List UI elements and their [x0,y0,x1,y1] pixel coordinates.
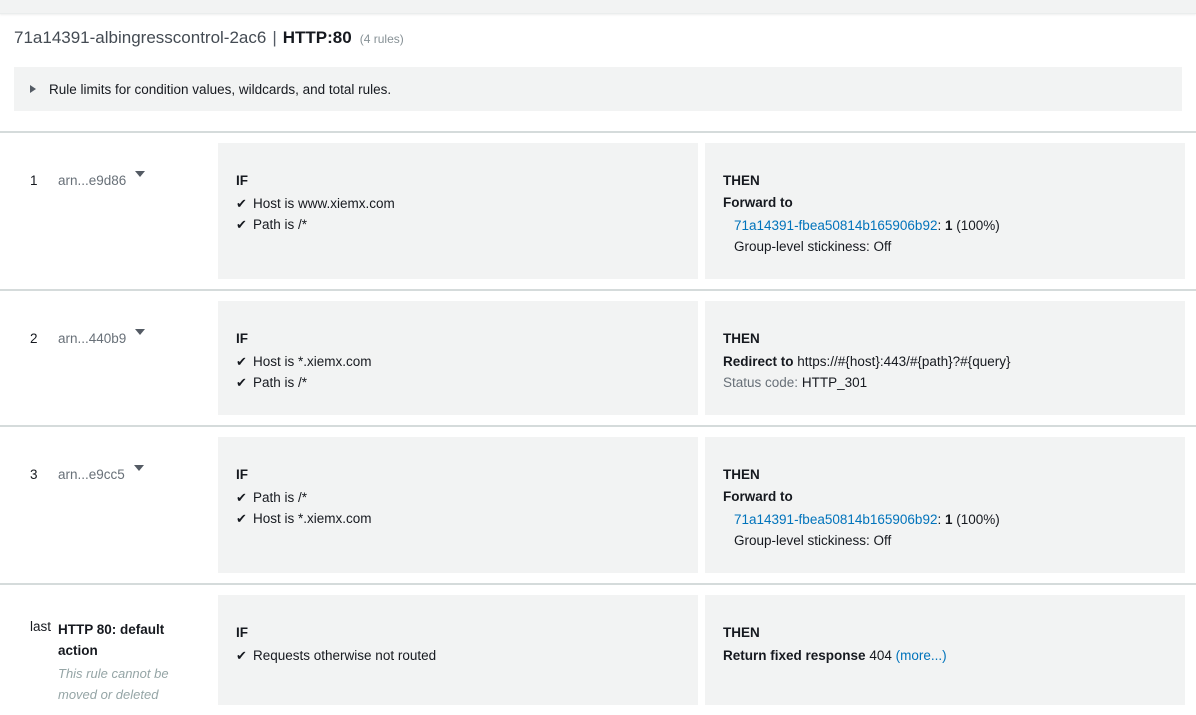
rule-if-panel: IF ✔ Path is /* ✔ Host is *.xiemx.com [218,437,698,573]
check-icon: ✔ [236,648,247,663]
page-title: 71a14391-albingresscontrol-2ac6 | HTTP:8… [14,28,1184,56]
rule-if-panel: IF ✔ Host is www.xiemx.com ✔ Path is /* [218,143,698,279]
if-heading: IF [236,331,248,346]
condition-text: Host is *.xiemx.com [253,511,372,526]
action-label: Forward to [723,195,793,210]
rule-then-panel: THEN Forward to 71a14391-fbea50814b16590… [705,437,1185,573]
condition-text: Path is /* [253,375,308,390]
default-action-info: HTTP 80: default action This rule cannot… [58,619,178,705]
default-action-note: This rule cannot be moved or deleted [58,666,169,702]
rule-count-label: (4 rules) [359,32,404,46]
check-icon: ✔ [236,511,247,526]
chevron-down-icon[interactable] [135,329,146,335]
fixed-response-action: Return fixed response 404 (more...) [723,645,1167,666]
rule-number: 1 [30,173,38,188]
target-weight: 1 [945,512,953,527]
action-label: Redirect to [723,354,794,369]
list-item: ✔ Requests otherwise not routed [236,645,680,666]
browser-chrome-strip [0,0,1196,14]
condition-text: Requests otherwise not routed [253,648,437,663]
condition-text: Path is /* [253,217,308,232]
condition-text: Path is /* [253,490,308,505]
stickiness-label: Group-level stickiness: Off [734,533,892,548]
target-group-link[interactable]: 71a14391-fbea50814b165906b92 [734,218,937,233]
target-separator: : [937,512,942,527]
then-heading: THEN [723,331,760,346]
load-balancer-name: 71a14391-albingresscontrol-2ac6 [14,28,267,47]
rule-then-panel: THEN Return fixed response 404 (more...) [705,595,1185,705]
triangle-right-icon [30,85,36,93]
rule-number: last [30,619,52,634]
status-code-line: Status code: HTTP_301 [723,372,1167,393]
rule-number: 3 [30,467,38,482]
then-heading: THEN [723,173,760,188]
check-icon: ✔ [236,196,247,211]
rule-arn-label: arn...440b9 [58,331,127,346]
check-icon: ✔ [236,354,247,369]
rule-index-column: 3 arn...e9cc5 [0,437,218,573]
condition-text: Host is www.xiemx.com [253,196,395,211]
target-separator: : [937,218,942,233]
title-separator: | [272,28,277,47]
forward-target: 71a14391-fbea50814b165906b92: 1 (100%) [723,215,1167,236]
check-icon: ✔ [236,490,247,505]
fixed-response-code: 404 [869,648,892,663]
rule-number: 2 [30,331,38,346]
action-label: Return fixed response [723,648,866,663]
redirect-url: https://#{host}:443/#{path}?#{query} [797,354,1011,369]
rule-if-panel: IF ✔ Host is *.xiemx.com ✔ Path is /* [218,301,698,415]
rule-then-panel: THEN Redirect to https://#{host}:443/#{p… [705,301,1185,415]
forward-target: 71a14391-fbea50814b165906b92: 1 (100%) [723,509,1167,530]
table-row: 1 arn...e9d86 IF ✔ Host is www.xiemx.com… [0,131,1196,289]
default-action-title: HTTP 80: default action [58,622,165,658]
list-item: ✔ Path is /* [236,214,680,235]
rule-limits-expander[interactable]: Rule limits for condition values, wildca… [14,67,1182,111]
list-item: ✔ Host is *.xiemx.com [236,351,680,372]
rule-index-column: last HTTP 80: default action This rule c… [0,595,218,705]
rule-index-column: 2 arn...440b9 [0,301,218,415]
table-row-default: last HTTP 80: default action This rule c… [0,583,1196,715]
list-item: ✔ Path is /* [236,487,680,508]
condition-text: Host is *.xiemx.com [253,354,372,369]
then-heading: THEN [723,467,760,482]
redirect-action: Redirect to https://#{host}:443/#{path}?… [723,351,1167,372]
chevron-down-icon[interactable] [133,465,144,471]
list-item: ✔ Path is /* [236,372,680,393]
rules-list: 1 arn...e9d86 IF ✔ Host is www.xiemx.com… [0,131,1196,715]
target-weight: 1 [945,218,953,233]
action-label: Forward to [723,489,793,504]
status-code-value: HTTP_301 [801,375,868,390]
rule-if-panel: IF ✔ Requests otherwise not routed [218,595,698,705]
rule-arn-label: arn...e9cc5 [58,467,125,482]
target-weight-percent: (100%) [956,512,1000,527]
table-row: 2 arn...440b9 IF ✔ Host is *.xiemx.com ✔… [0,289,1196,425]
chevron-down-icon[interactable] [135,171,146,177]
if-heading: IF [236,467,248,482]
check-icon: ✔ [236,375,247,390]
target-group-link[interactable]: 71a14391-fbea50814b165906b92 [734,512,937,527]
check-icon: ✔ [236,217,247,232]
more-link[interactable]: (more...) [896,648,947,663]
rule-then-panel: THEN Forward to 71a14391-fbea50814b16590… [705,143,1185,279]
rule-limits-label: Rule limits for condition values, wildca… [49,81,392,97]
table-row: 3 arn...e9cc5 IF ✔ Path is /* ✔ Host is … [0,425,1196,583]
list-item: ✔ Host is www.xiemx.com [236,193,680,214]
list-item: ✔ Host is *.xiemx.com [236,508,680,529]
if-heading: IF [236,173,248,188]
status-code-label: Status code: [723,375,799,390]
rule-index-column: 1 arn...e9d86 [0,143,218,279]
target-weight-percent: (100%) [956,218,1000,233]
stickiness-label: Group-level stickiness: Off [734,239,892,254]
rule-arn-label: arn...e9d86 [58,173,127,188]
listener-protocol-port: HTTP:80 [282,28,352,47]
